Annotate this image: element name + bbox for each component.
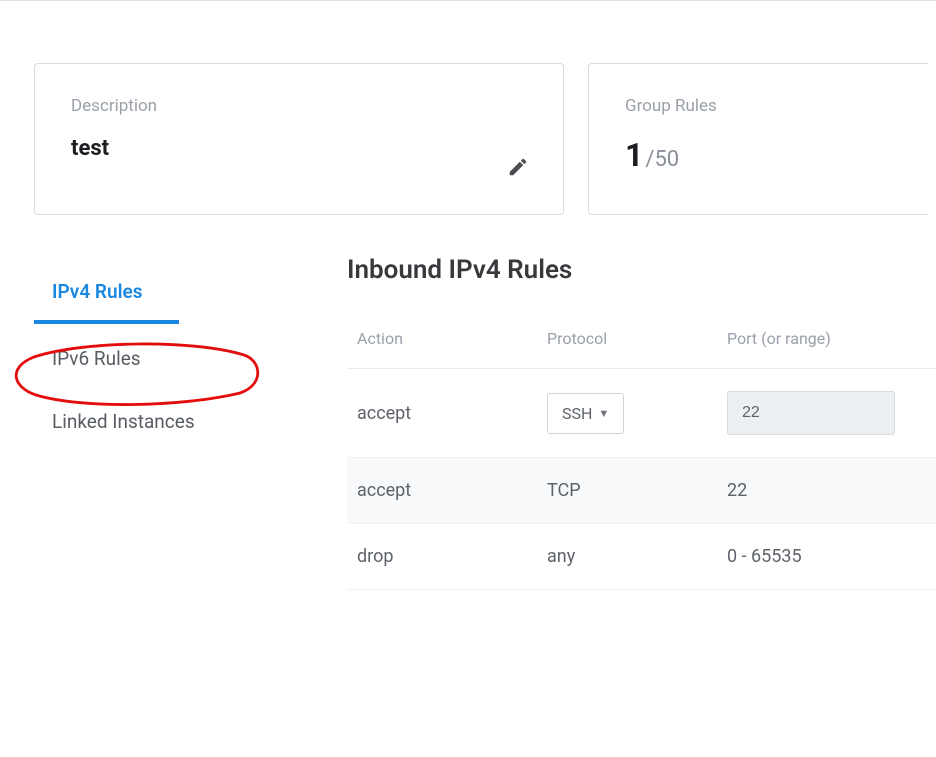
sidebar: IPv4 Rules IPv6 Rules Linked Instances xyxy=(34,255,339,590)
protocol-select[interactable]: SSH ▼ xyxy=(547,393,624,434)
cell-protocol: SSH ▼ xyxy=(537,369,717,458)
group-rules-card: Group Rules 1/50 xyxy=(588,63,928,215)
cell-port xyxy=(717,369,936,458)
table-row: drop any 0 - 65535 xyxy=(347,524,936,590)
protocol-select-value: SSH xyxy=(562,404,592,423)
group-rules-current: 1 xyxy=(625,136,643,174)
cell-port: 22 xyxy=(717,458,936,524)
cell-port: 0 - 65535 xyxy=(717,524,936,590)
sidebar-item-linked-instances[interactable]: Linked Instances xyxy=(34,393,339,450)
caret-down-icon: ▼ xyxy=(598,407,609,420)
sidebar-item-ipv6-rules[interactable]: IPv6 Rules xyxy=(34,330,339,387)
edit-description-button[interactable] xyxy=(507,156,529,182)
group-rules-limit: 50 xyxy=(654,147,679,172)
col-action: Action xyxy=(347,319,537,369)
group-rules-label: Group Rules xyxy=(625,96,892,116)
rules-table: Action Protocol Port (or range) accept S… xyxy=(347,319,936,590)
group-rules-count: 1/50 xyxy=(625,136,892,174)
port-input[interactable] xyxy=(727,391,895,435)
cell-protocol: TCP xyxy=(537,458,717,524)
cell-protocol: any xyxy=(537,524,717,590)
description-label: Description xyxy=(71,96,527,116)
cell-action: accept xyxy=(347,458,537,524)
col-port: Port (or range) xyxy=(717,319,936,369)
sidebar-item-ipv4-rules[interactable]: IPv4 Rules xyxy=(34,263,179,324)
table-row: accept TCP 22 xyxy=(347,458,936,524)
description-card: Description test xyxy=(34,63,564,215)
page-title: Inbound IPv4 Rules xyxy=(347,255,936,285)
cell-action: drop xyxy=(347,524,537,590)
col-protocol: Protocol xyxy=(537,319,717,369)
group-rules-slash: / xyxy=(643,147,654,172)
description-value: test xyxy=(71,136,527,161)
table-row: accept SSH ▼ xyxy=(347,369,936,458)
cell-action: accept xyxy=(347,369,537,458)
pencil-icon xyxy=(507,163,529,182)
